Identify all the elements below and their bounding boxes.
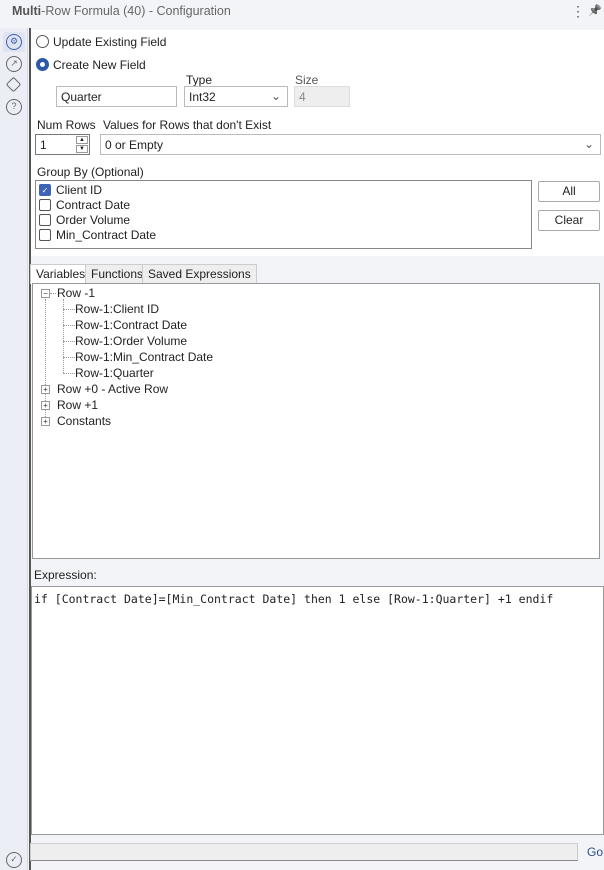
side-rail: ⚙ ↗ ? ✓ xyxy=(0,28,28,870)
tab-saved-expressions[interactable]: Saved Expressions xyxy=(142,264,257,283)
tree-leaf[interactable]: Row-1:Order Volume xyxy=(75,334,187,348)
update-existing-label: Update Existing Field xyxy=(53,35,167,49)
stepper-up-icon[interactable]: ▲ xyxy=(76,136,88,144)
tree-node-row-1[interactable]: Row +1 xyxy=(57,398,98,412)
expand-icon[interactable]: + xyxy=(41,417,50,426)
expression-label: Expression: xyxy=(34,568,97,582)
tab-variables[interactable]: Variables xyxy=(30,264,92,284)
stepper-down-icon[interactable]: ▼ xyxy=(76,145,88,153)
go-input[interactable] xyxy=(30,843,578,861)
group-by-checkbox-min-contract-date[interactable] xyxy=(39,229,51,241)
create-new-radio[interactable] xyxy=(36,58,49,71)
group-by-checkbox-order-volume[interactable] xyxy=(39,214,51,226)
tree-leaf[interactable]: Row-1:Quarter xyxy=(75,366,154,380)
clear-button[interactable]: Clear xyxy=(538,210,600,231)
collapse-icon[interactable]: − xyxy=(41,289,50,298)
type-label: Type xyxy=(186,73,213,87)
tree-node-row-minus-1[interactable]: Row -1 xyxy=(57,286,95,300)
tag-icon[interactable] xyxy=(5,76,22,93)
create-new-label: Create New Field xyxy=(53,58,146,72)
title-bar: Multi-Row Formula (40) - Configuration ⋮… xyxy=(0,0,604,28)
size-label: Size xyxy=(295,73,319,87)
connection-icon[interactable]: ↗ xyxy=(6,56,22,72)
go-link[interactable]: Go xyxy=(587,845,603,859)
field-name-input[interactable]: Quarter xyxy=(56,86,177,107)
group-by-item: Contract Date xyxy=(56,198,131,212)
size-input[interactable]: 4 xyxy=(294,86,350,107)
expand-icon[interactable]: + xyxy=(41,385,50,394)
type-select[interactable]: Int32 ⌄ xyxy=(184,86,288,107)
group-by-label: Group By (Optional) xyxy=(37,165,144,179)
tree-leaf[interactable]: Row-1:Client ID xyxy=(75,302,159,316)
group-by-checkbox-client-id[interactable]: ✓ xyxy=(39,184,51,196)
group-by-checkbox-contract-date[interactable] xyxy=(39,199,51,211)
values-label: Values for Rows that don't Exist xyxy=(103,118,272,132)
tree-node-constants[interactable]: Constants xyxy=(57,414,111,428)
num-rows-label: Num Rows xyxy=(37,118,96,132)
group-by-item: Order Volume xyxy=(56,213,131,227)
group-by-item: Min_Contract Date xyxy=(56,228,157,242)
expression-editor[interactable]: if [Contract Date]=[Min_Contract Date] t… xyxy=(31,586,604,835)
gear-icon[interactable]: ⚙ xyxy=(6,34,22,50)
expand-icon[interactable]: + xyxy=(41,401,50,410)
num-rows-stepper[interactable]: 1 ▲ ▼ xyxy=(35,134,90,155)
variables-tree: − Row -1 Row-1:Client ID Row-1:Contract … xyxy=(32,283,600,559)
help-icon[interactable]: ? xyxy=(6,99,22,115)
tree-node-row-0[interactable]: Row +0 - Active Row xyxy=(57,382,168,396)
more-icon[interactable]: ⋮ xyxy=(571,3,585,20)
tab-functions[interactable]: Functions xyxy=(85,264,150,283)
window-title: Multi-Row Formula (40) - Configuration xyxy=(12,4,231,18)
pin-icon[interactable]: 📌 xyxy=(588,4,602,17)
tree-leaf[interactable]: Row-1:Contract Date xyxy=(75,318,187,332)
check-circle-icon[interactable]: ✓ xyxy=(6,852,22,868)
group-by-item: Client ID xyxy=(56,183,103,197)
chevron-down-icon: ⌄ xyxy=(270,89,281,103)
update-existing-radio[interactable] xyxy=(36,35,49,48)
group-by-list: ✓ Client ID Contract Date Order Volume M… xyxy=(35,180,532,249)
config-section: Update Existing Field Create New Field Q… xyxy=(31,30,604,256)
all-button[interactable]: All xyxy=(538,181,600,202)
values-select[interactable]: 0 or Empty ⌄ xyxy=(100,134,601,155)
tree-leaf[interactable]: Row-1:Min_Contract Date xyxy=(75,350,213,364)
chevron-down-icon: ⌄ xyxy=(583,137,594,151)
